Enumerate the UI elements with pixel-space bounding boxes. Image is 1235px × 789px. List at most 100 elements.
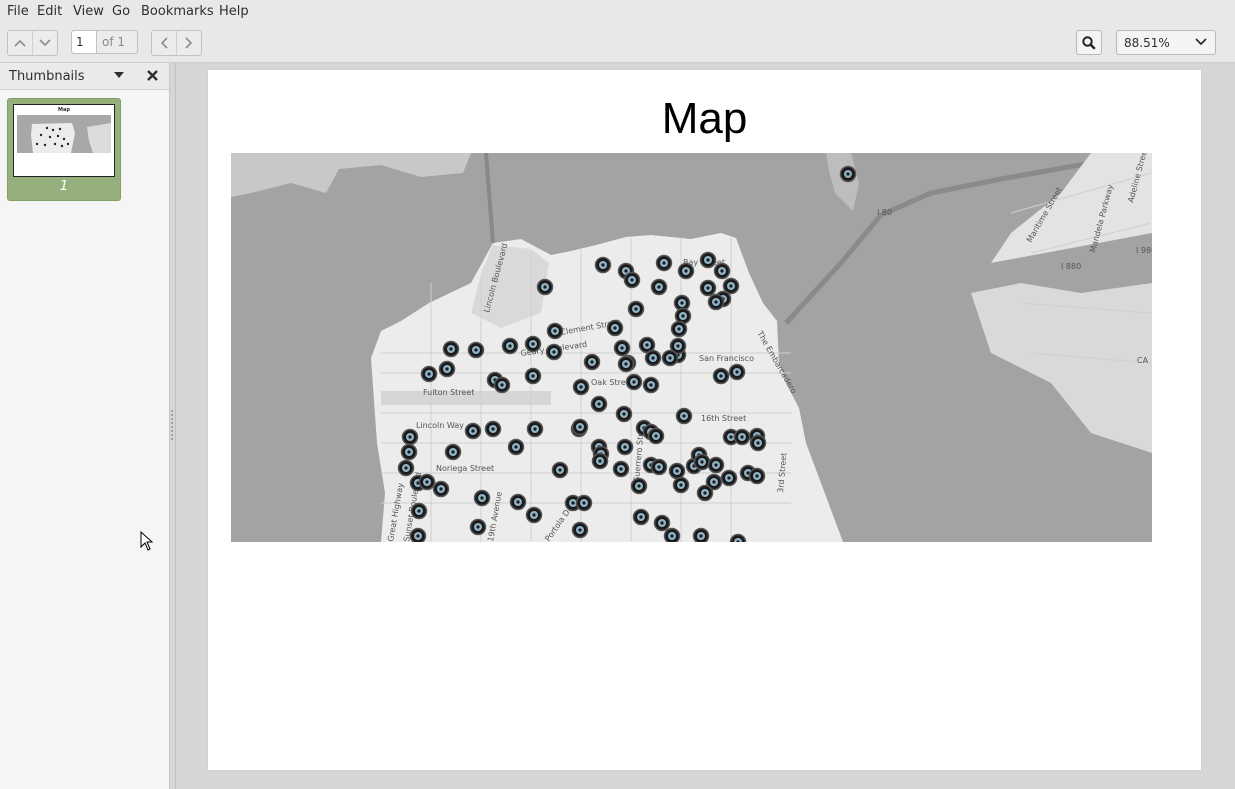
map-marker-center	[623, 445, 627, 449]
menu-bar: File Edit View Go Bookmarks Help	[0, 0, 1235, 23]
map-marker-center	[590, 360, 594, 364]
map-marker-center	[639, 515, 643, 519]
map-marker-center	[651, 356, 655, 360]
page-nav-group	[7, 30, 58, 56]
map-marker-center	[416, 534, 420, 538]
map-marker-center	[645, 343, 649, 347]
map-marker-center	[654, 434, 658, 438]
map-marker-center	[471, 429, 475, 433]
map-marker-center	[531, 374, 535, 378]
map-marker-center	[677, 327, 681, 331]
map-marker-center	[449, 347, 453, 351]
map-marker-center	[571, 501, 575, 505]
map-label-i80: I 80	[877, 208, 892, 217]
chevron-right-icon	[185, 37, 193, 49]
map-marker-center	[706, 286, 710, 290]
map-marker-center	[619, 467, 623, 471]
search-button[interactable]	[1076, 30, 1102, 55]
map-marker-center	[404, 466, 408, 470]
map-marker-center	[451, 450, 455, 454]
map-marker-center	[508, 344, 512, 348]
map-marker-center	[700, 460, 704, 464]
menu-go[interactable]: Go	[112, 4, 130, 19]
map-marker-center	[480, 496, 484, 500]
map-label-16th: 16th Street	[701, 414, 746, 423]
map-label-fulton: Fulton Street	[423, 388, 474, 397]
map-marker-center	[543, 285, 547, 289]
map-marker-center	[729, 284, 733, 288]
map-marker-center	[425, 480, 429, 484]
menu-help[interactable]: Help	[219, 4, 249, 19]
sidebar-dropdown-icon[interactable]	[113, 71, 125, 79]
map-marker-center	[675, 469, 679, 473]
page-total-label: of 1	[102, 35, 126, 49]
map-marker-center	[657, 285, 661, 289]
zoom-select[interactable]: 88.51%	[1116, 30, 1216, 55]
map-marker-center	[407, 450, 411, 454]
map-marker-center	[712, 480, 716, 484]
map-marker-center	[620, 346, 624, 350]
map-marker-center	[720, 269, 724, 273]
map-marker-center	[408, 435, 412, 439]
map-marker-center	[445, 367, 449, 371]
map-marker-center	[699, 534, 703, 538]
map-marker-center	[598, 459, 602, 463]
map-marker-center	[662, 261, 666, 265]
map-marker-center	[735, 370, 739, 374]
map-marker-center	[676, 344, 680, 348]
menu-edit[interactable]: Edit	[37, 4, 62, 19]
map-marker-center	[532, 513, 536, 517]
map-marker-center	[579, 385, 583, 389]
map-marker-center	[846, 172, 850, 176]
go-forward-button[interactable]	[176, 31, 201, 55]
map-marker-center	[657, 465, 661, 469]
map-marker-center	[679, 483, 683, 487]
thumbnail-title: Map	[58, 107, 70, 113]
sidebar-header: Thumbnails	[0, 63, 169, 90]
map-label-lincoln-way: Lincoln Way	[416, 421, 464, 430]
search-icon	[1082, 35, 1096, 50]
history-nav-group	[151, 30, 202, 56]
map-marker-center	[474, 348, 478, 352]
map-marker-center	[703, 491, 707, 495]
map-marker-center	[491, 427, 495, 431]
map-marker-center	[729, 435, 733, 439]
map-marker-center	[417, 509, 421, 513]
page-thumbnail[interactable]: Map 1	[7, 98, 121, 201]
chevron-down-icon	[39, 39, 51, 47]
previous-page-button[interactable]	[8, 31, 32, 55]
map-marker-center	[637, 484, 641, 488]
document-title: Map	[661, 94, 748, 143]
next-page-button[interactable]	[32, 31, 57, 55]
map-marker-center	[624, 362, 628, 366]
page-number-input[interactable]: 1	[72, 31, 97, 53]
map-marker-center	[514, 445, 518, 449]
map-marker-center	[682, 414, 686, 418]
mouse-cursor-icon	[140, 531, 154, 551]
menu-bookmarks[interactable]: Bookmarks	[141, 4, 214, 19]
map-marker-center	[613, 326, 617, 330]
thumbnail-page-number: 1	[59, 179, 69, 194]
zoom-value: 88.51%	[1124, 36, 1170, 50]
map-marker-center	[601, 263, 605, 267]
go-back-button[interactable]	[152, 31, 176, 55]
menu-view[interactable]: View	[73, 4, 104, 19]
map-marker-center	[578, 528, 582, 532]
chevron-up-icon	[14, 39, 26, 47]
map-marker-center	[500, 383, 504, 387]
map-label-i880: I 880	[1061, 262, 1081, 271]
map-marker-center	[727, 476, 731, 480]
sidebar-title: Thumbnails	[9, 69, 85, 84]
close-icon[interactable]	[146, 69, 159, 82]
map-marker-center	[670, 534, 674, 538]
map-marker-center	[714, 300, 718, 304]
map-marker-center	[630, 278, 634, 282]
map-label-noriega: Noriega Street	[436, 464, 494, 473]
map-marker-center	[649, 383, 653, 387]
map-marker-center	[714, 463, 718, 467]
map-marker-center	[597, 402, 601, 406]
map-marker-center	[755, 474, 759, 478]
map-marker-center	[476, 525, 480, 529]
menu-file[interactable]: File	[7, 4, 29, 19]
map-image: Bay Street Lincoln Boulevard Clement Str…	[231, 153, 1152, 542]
